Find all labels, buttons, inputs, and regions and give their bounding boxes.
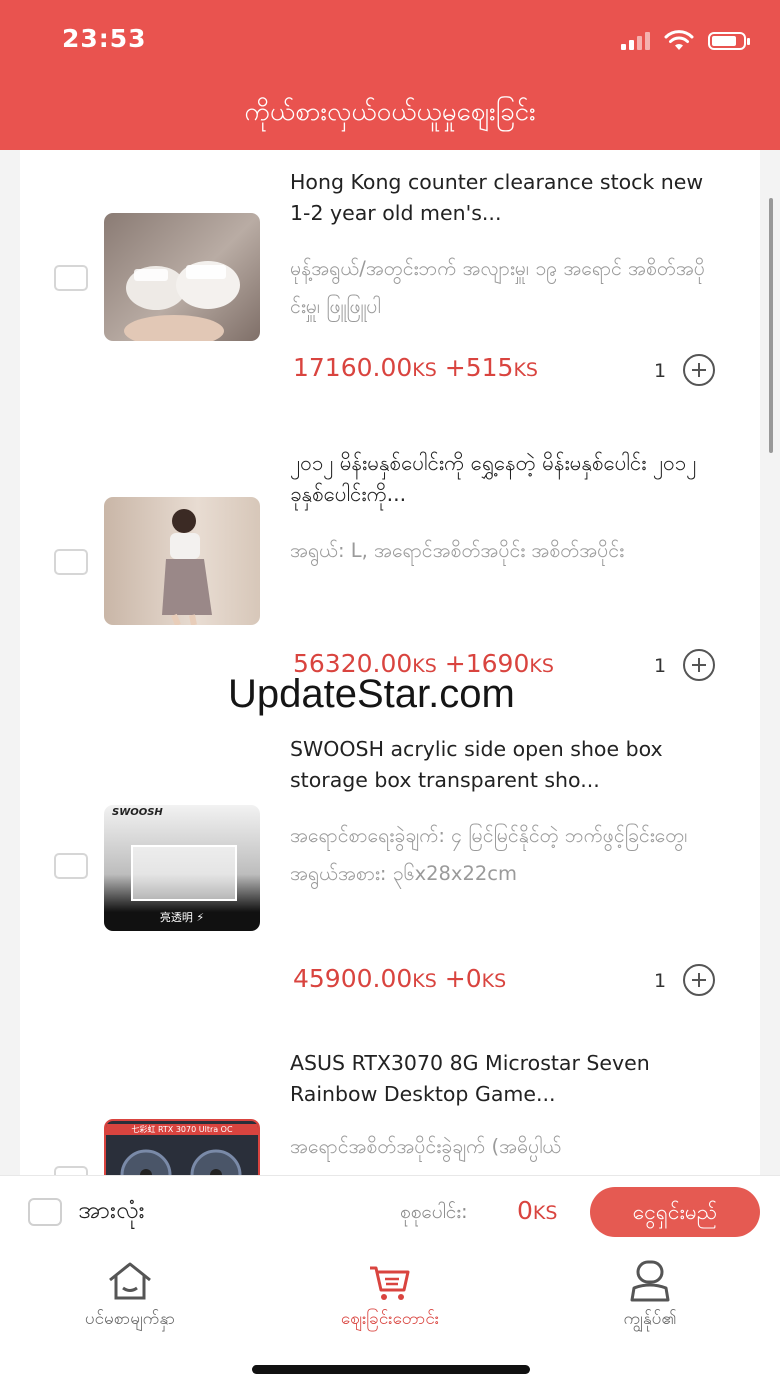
thumb-caption: 亮透明 ⚡ [159,911,205,924]
tab-label: ကျွန်ုပ်၏ [623,1309,677,1329]
cellular-signal-icon [621,32,650,50]
item-title[interactable]: ASUS RTX3070 8G Microstar Seven Rainbow … [290,1048,710,1110]
item-quantity: 1 [654,970,667,992]
item-checkbox[interactable] [54,1166,88,1175]
item-checkbox[interactable] [54,549,88,575]
product-thumbnail[interactable]: SWOOSH 亮透明 ⚡ [104,805,260,931]
cart-item: Hong Kong counter clearance stock new 1-… [20,150,760,420]
item-attributes[interactable]: အရောင်အစိတ်အပိုင်းခွဲချက် (အဓိပ္ပါယ် [290,1128,710,1166]
total-value: 0KS [517,1196,557,1225]
item-quantity: 1 [654,360,667,382]
increase-quantity-button[interactable] [683,354,715,386]
item-price: 45900.00KS +0KS [293,964,506,993]
shoe-image [124,261,240,341]
select-all-label[interactable]: အားလုံး [78,1194,145,1230]
cart-icon [370,1266,410,1300]
product-thumbnail[interactable] [104,213,260,341]
cart-list[interactable]: Hong Kong counter clearance stock new 1-… [20,150,760,1175]
item-title[interactable]: ၂၀၁၂ မိန်းမနှစ်ပေါင်းကို ရွှေ့နေတဲ့ မိန်… [290,448,710,510]
price-currency: KS [412,359,437,381]
header: 23:53 ကိုယ်စားလှယ်ဝယ်ယူမှုဈေးခြင်း [0,0,780,150]
increase-quantity-button[interactable] [683,649,715,681]
shipping-currency: KS [513,359,538,381]
tab-label: ပင်မစာမျက်နှာ [84,1309,176,1329]
tab-profile[interactable]: ကျွန်ုပ်၏ [550,1260,750,1333]
watermark: UpdateStar.com [228,672,515,716]
cart-item: 七彩虹 RTX 3070 Ultra OC ASUS RTX3070 8G Mi… [20,1046,760,1175]
model-photo [162,509,212,625]
item-attributes[interactable]: အရွယ်: L, အရောင်အစိတ်အပိုင်း အစိတ်အပိုင်… [290,532,710,570]
shipping-currency: KS [529,655,554,677]
gutter-left [0,150,20,1175]
shipping-value: +515 [444,353,514,382]
page-title: ကိုယ်စားလှယ်ဝယ်ယူမှုဈေးခြင်း [244,97,536,127]
thumb-caption: 七彩虹 RTX 3070 Ultra OC [106,1124,258,1135]
item-price: 17160.00KS +515KS [293,353,538,382]
box-image [131,845,237,901]
total-currency: KS [532,1202,558,1224]
home-icon [109,1262,151,1300]
product-thumbnail[interactable] [104,497,260,625]
price-value: 45900.00 [293,964,413,993]
price-value: 17160.00 [293,353,413,382]
total-label: စုစုပေါင်း: [400,1201,468,1223]
home-indicator [252,1365,530,1374]
item-title[interactable]: Hong Kong counter clearance stock new 1-… [290,167,710,229]
status-icons [621,28,750,54]
thumb-brand: SWOOSH [112,807,163,818]
increase-quantity-button[interactable] [683,964,715,996]
checkout-bar: အားလုံး စုစုပေါင်း: 0KS ငွေရှင်းမည် [0,1175,780,1249]
scrollbar[interactable] [769,198,773,453]
select-all-checkbox[interactable] [28,1198,62,1226]
total-amount: 0 [517,1196,533,1225]
tab-home[interactable]: ပင်မစာမျက်နှာ [30,1260,230,1333]
item-quantity: 1 [654,655,667,677]
price-currency: KS [412,970,437,992]
tab-cart[interactable]: ဈေးခြင်းတောင်း [290,1260,490,1333]
status-time: 23:53 [62,24,147,53]
item-checkbox[interactable] [54,265,88,291]
profile-icon [630,1260,670,1302]
shipping-value: +0 [444,964,482,993]
shipping-currency: KS [481,970,507,992]
cart-item: SWOOSH 亮透明 ⚡ SWOOSH acrylic side open sh… [20,730,760,1030]
battery-icon [708,32,750,50]
gpu-image [120,1149,242,1175]
item-attributes[interactable]: မုန့်အရွယ်/အတွင်းဘက် အလျားမှူ၊ ၁၉ အရောင်… [290,250,710,326]
item-checkbox[interactable] [54,853,88,879]
wifi-icon [664,30,694,50]
checkout-button[interactable]: ငွေရှင်းမည် [590,1187,760,1237]
item-attributes[interactable]: အရောင်စာရေးခွဲချက်: ၄ မြင်မြင်နိုင်တဲ့ ဘ… [290,817,710,893]
product-thumbnail[interactable]: 七彩虹 RTX 3070 Ultra OC [104,1119,260,1175]
tab-label: ဈေးခြင်းတောင်း [340,1309,440,1329]
item-title[interactable]: SWOOSH acrylic side open shoe box storag… [290,734,710,796]
